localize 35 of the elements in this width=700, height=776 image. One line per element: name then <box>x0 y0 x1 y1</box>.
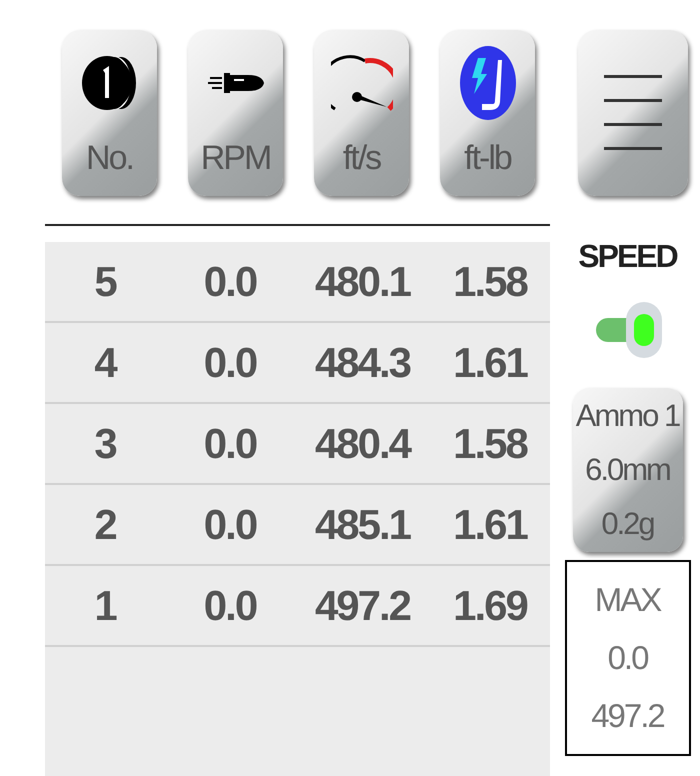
table-cell-text: 3 <box>93 419 118 469</box>
ammo-button[interactable]: Ammo 1 6.0mm 0.2g <box>572 388 682 552</box>
table-cell-text: 1 <box>93 581 118 631</box>
table-cell-text: 4 <box>93 338 118 388</box>
table-cell-text: 480.1 <box>314 257 412 307</box>
table-cell-text: 0.0 <box>202 257 258 307</box>
table-cell-text: 1.58 <box>452 257 528 307</box>
table-cell-text: 5 <box>93 257 118 307</box>
speed-toggle[interactable] <box>594 302 662 358</box>
energy-joule-icon <box>460 46 516 120</box>
table-cell-text: 1.69 <box>452 581 528 631</box>
column-button[interactable]: No. <box>62 30 157 196</box>
coin-stack-icon <box>80 54 138 112</box>
speedometer-icon <box>330 54 392 110</box>
table-cell-text: 480.4 <box>314 419 412 469</box>
max-value: 0.0 <box>608 638 648 678</box>
max-value: 497.2 <box>591 696 664 736</box>
table-cell-text: 0.0 <box>202 581 258 631</box>
table-cell-text: 485.1 <box>314 500 412 550</box>
table-cell-text: 497.2 <box>314 581 412 631</box>
table-cell-text: 484.3 <box>314 338 412 388</box>
table-cell-text: 0.0 <box>202 419 258 469</box>
table-cell-text: 0.0 <box>202 338 258 388</box>
column-button[interactable]: RPM <box>188 30 283 196</box>
menu-button[interactable] <box>578 30 688 196</box>
column-button[interactable]: ft-lb <box>440 30 535 196</box>
table-cell-text: 1.61 <box>452 338 528 388</box>
column-button[interactable]: ft/s <box>314 30 409 196</box>
table-cell-text: 1.61 <box>452 500 528 550</box>
max-value: MAX <box>594 580 660 620</box>
speed-label: SPEED <box>578 237 677 276</box>
menu-icon <box>604 75 662 151</box>
table-cell-text: 0.0 <box>202 500 258 550</box>
table-cell-text: 2 <box>93 500 117 550</box>
table-cell-text: 1.58 <box>452 419 528 469</box>
